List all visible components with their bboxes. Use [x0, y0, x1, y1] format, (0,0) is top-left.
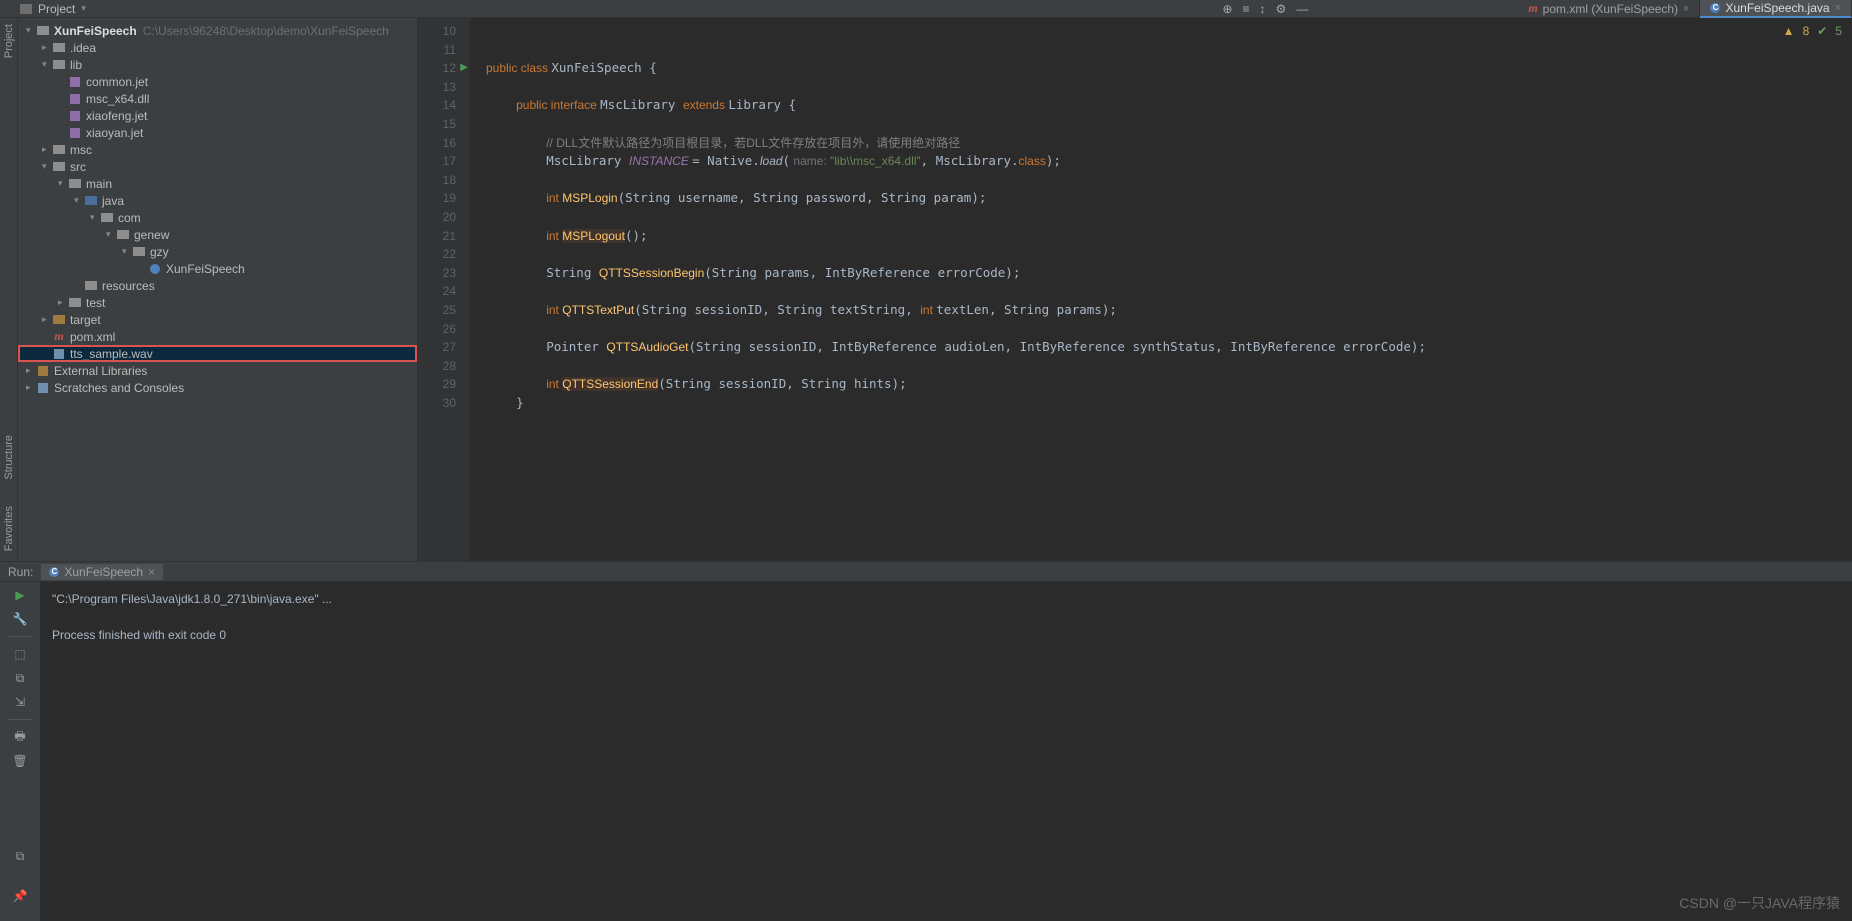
- tree-item-resources[interactable]: resources: [18, 277, 417, 294]
- close-icon[interactable]: ×: [1835, 2, 1841, 14]
- project-tool-button[interactable]: Project: [3, 24, 15, 58]
- tree-item-target[interactable]: ▸target: [18, 311, 417, 328]
- output-line-2: Process finished with exit code 0: [52, 628, 226, 642]
- tab-xunfeispeech[interactable]: C XunFeiSpeech.java ×: [1700, 0, 1852, 18]
- structure-tool-button[interactable]: Structure: [3, 435, 15, 480]
- class-icon: C: [49, 567, 59, 577]
- tree-item-tts-sample-wav[interactable]: tts_sample.wav: [18, 345, 417, 362]
- chevron-down-icon: ▾: [81, 3, 86, 14]
- editor[interactable]: ▲ 8 ✔ 5 101112▶131415161718192021222324252…: [418, 18, 1852, 561]
- run-output[interactable]: "C:\Program Files\Java\jdk1.8.0_271\bin\…: [40, 582, 1852, 921]
- gutter[interactable]: 101112▶131415161718192021222324252627282…: [418, 18, 470, 561]
- sort-icon[interactable]: ↕: [1260, 2, 1266, 16]
- maven-icon: m: [1528, 1, 1537, 16]
- tree-item-xiaofeng-jet[interactable]: xiaofeng.jet: [18, 107, 417, 124]
- toolbar-icons: ⊕ ≡ ↕ ⚙ —: [1222, 2, 1318, 16]
- left-tool-rail: Project Structure Favorites: [0, 18, 18, 561]
- tab-label: XunFeiSpeech.java: [1725, 1, 1829, 15]
- close-icon[interactable]: ×: [1683, 3, 1689, 15]
- gear-icon[interactable]: ⚙: [1276, 2, 1287, 16]
- pass-count: 5: [1835, 24, 1842, 38]
- tree-item-main[interactable]: ▾main: [18, 175, 417, 192]
- project-label: Project: [38, 2, 75, 16]
- rerun-icon[interactable]: ▶: [13, 588, 27, 602]
- scroll-icon[interactable]: ⇲: [13, 695, 27, 709]
- tree-item-xunfeispeech[interactable]: XunFeiSpeech: [18, 260, 417, 277]
- tree-item-lib[interactable]: ▾lib: [18, 56, 417, 73]
- tree-item-common-jet[interactable]: common.jet: [18, 73, 417, 90]
- output-line-1: "C:\Program Files\Java\jdk1.8.0_271\bin\…: [52, 592, 332, 606]
- run-tab-label: XunFeiSpeech: [64, 565, 143, 579]
- tree-item-java[interactable]: ▾java: [18, 192, 417, 209]
- tree-item-msc[interactable]: ▸msc: [18, 141, 417, 158]
- tree-item--idea[interactable]: ▸.idea: [18, 39, 417, 56]
- run-panel: Run: C XunFeiSpeech × ▶ 🔧 ⬚ ⧉ ⇲ 🖶 🗑 ⧉: [0, 561, 1852, 921]
- stop-icon[interactable]: ⬚: [13, 647, 27, 661]
- print-icon[interactable]: 🖶: [13, 730, 27, 744]
- tree-item-com[interactable]: ▾com: [18, 209, 417, 226]
- tree-item-gzy[interactable]: ▾gzy: [18, 243, 417, 260]
- tree-item-src[interactable]: ▾src: [18, 158, 417, 175]
- favorites-tool-button[interactable]: Favorites: [3, 506, 15, 551]
- hide-icon[interactable]: —: [1296, 2, 1308, 16]
- tree-item-pom-xml[interactable]: mpom.xml: [18, 328, 417, 345]
- run-label: Run:: [8, 565, 33, 579]
- tree-item-test[interactable]: ▸test: [18, 294, 417, 311]
- run-tool-column: ▶ 🔧 ⬚ ⧉ ⇲ 🖶 🗑 ⧉ 📌: [0, 582, 40, 921]
- inspection-badges[interactable]: ▲ 8 ✔ 5: [1783, 24, 1842, 38]
- run-tab[interactable]: C XunFeiSpeech ×: [41, 564, 163, 580]
- tree-item-xiaoyan-jet[interactable]: xiaoyan.jet: [18, 124, 417, 141]
- code-area[interactable]: public class XunFeiSpeech { public inter…: [470, 18, 1852, 561]
- top-bar: Project ▾ ⊕ ≡ ↕ ⚙ — m pom.xml (XunFeiSpe…: [0, 0, 1852, 18]
- check-icon: ✔: [1817, 24, 1827, 38]
- layout-icon[interactable]: ⧉: [13, 849, 27, 863]
- project-tree[interactable]: ▾XunFeiSpeechC:\Users\96248\Desktop\demo…: [18, 18, 417, 400]
- tree-item-genew[interactable]: ▾genew: [18, 226, 417, 243]
- expand-icon[interactable]: ≡: [1243, 2, 1250, 16]
- pin-icon[interactable]: 📌: [13, 889, 27, 903]
- wrench-icon[interactable]: 🔧: [13, 612, 27, 626]
- tree-item-scratches-and-consoles[interactable]: ▸Scratches and Consoles: [18, 379, 417, 396]
- tree-item--b-style-color-ddd-xunfeispeech-b-[interactable]: ▾XunFeiSpeechC:\Users\96248\Desktop\demo…: [18, 22, 417, 39]
- project-icon: [20, 4, 32, 14]
- class-icon: C: [1710, 3, 1720, 13]
- project-selector[interactable]: Project ▾: [0, 2, 86, 16]
- camera-icon[interactable]: ⧉: [13, 671, 27, 685]
- run-header: Run: C XunFeiSpeech ×: [0, 562, 1852, 582]
- tree-item-msc-x64-dll[interactable]: msc_x64.dll: [18, 90, 417, 107]
- trash-icon[interactable]: 🗑: [13, 754, 27, 768]
- tab-pom[interactable]: m pom.xml (XunFeiSpeech) ×: [1518, 0, 1700, 18]
- tab-label: pom.xml (XunFeiSpeech): [1543, 2, 1678, 16]
- close-icon[interactable]: ×: [148, 565, 155, 579]
- editor-tabs: m pom.xml (XunFeiSpeech) × C XunFeiSpeec…: [1518, 0, 1852, 18]
- project-pane: ▾XunFeiSpeechC:\Users\96248\Desktop\demo…: [18, 18, 418, 561]
- warning-icon: ▲: [1783, 24, 1795, 38]
- warning-count: 8: [1803, 24, 1810, 38]
- tree-item-external-libraries[interactable]: ▸External Libraries: [18, 362, 417, 379]
- locate-icon[interactable]: ⊕: [1222, 2, 1232, 16]
